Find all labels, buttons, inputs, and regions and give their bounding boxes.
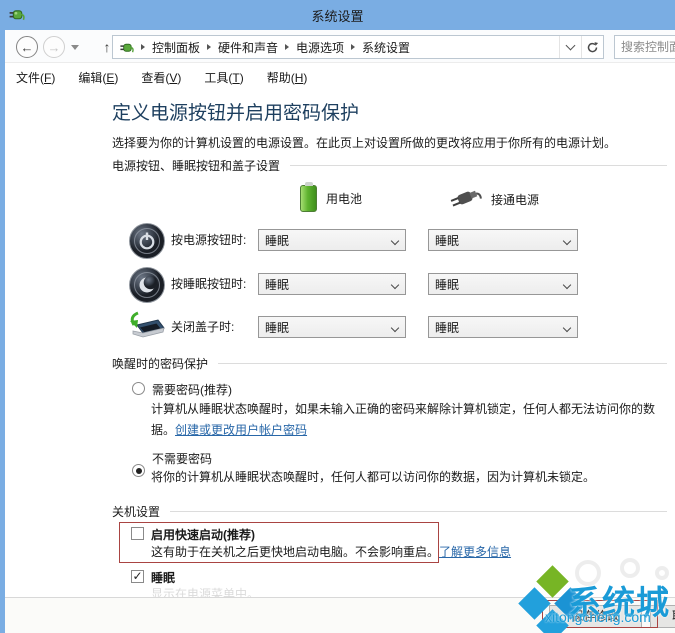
page-content: 定义电源按钮并启用密码保护 选择要为你的计算机设置的电源设置。在此页上对设置所做… [5,90,675,601]
power-plug-icon [119,40,134,55]
breadcrumb-item-hardware-sound[interactable]: 硬件和声音 [213,39,283,56]
menu-bar: 文件(F) 编辑(E) 查看(V) 工具(T) 帮助(H) [5,64,675,90]
title-bar: 系统设置 [0,0,675,30]
menu-tools[interactable]: 工具(T) [204,69,243,86]
section-shutdown: 关机设置 [112,503,667,520]
section-divider [170,511,667,512]
chevron-down-icon [565,40,576,50]
back-arrow-icon: ← [20,39,34,55]
breadcrumb-separator-icon [285,44,290,50]
fast-startup-label: 启用快速启动(推荐) [151,528,255,542]
section-title: 关机设置 [112,505,161,519]
change-password-link[interactable]: 创建或更改用户帐户密码 [175,423,307,437]
fast-startup-checkbox[interactable] [131,527,144,540]
lid-close-battery-select[interactable]: 睡眠 [258,316,406,338]
page-title: 定义电源按钮并启用密码保护 [112,103,360,124]
row-label-sleep-button: 按睡眠按钮时: [171,277,247,291]
cancel-button[interactable]: 取消 [650,605,675,628]
breadcrumb-separator-icon [141,44,145,50]
sleep-button-battery-select[interactable]: 睡眠 [258,273,406,295]
up-arrow-icon: ↑ [103,39,111,55]
refresh-icon [587,41,599,52]
menu-help[interactable]: 帮助(H) [267,69,308,86]
system-settings-window: 系统设置 ← → ↑ 控制面板 硬件和声音 电源选项 系统设置 搜索控制面板 文… [0,0,675,633]
breadcrumb-separator-icon [207,44,212,50]
menu-edit[interactable]: 编辑(E) [78,69,118,86]
chevron-down-icon [562,236,572,246]
search-box[interactable] [614,35,675,59]
breadcrumb-item-power-options[interactable]: 电源选项 [291,39,349,56]
learn-more-link[interactable]: 了解更多信息 [439,545,511,559]
no-password-desc: 将你的计算机从睡眠状态唤醒时，任何人都可以访问你的数据，因为计算机未锁定。 [151,470,596,484]
address-bar[interactable]: 控制面板 硬件和声音 电源选项 系统设置 [112,35,604,59]
sleep-button-ac-select[interactable]: 睡眠 [428,273,578,295]
menu-file[interactable]: 文件(F) [16,69,55,86]
search-input[interactable] [615,36,675,58]
no-password-radio[interactable] [132,464,145,477]
battery-icon [300,181,317,212]
section-divider [218,363,667,364]
chevron-down-icon [390,236,400,246]
row-label-close-lid: 关闭盖子时: [171,320,235,334]
footer-bar: 保存修改 取消 [5,597,675,633]
window-title: 系统设置 [311,8,364,24]
section-title: 唤醒时的密码保护 [112,357,209,371]
address-dropdown-button[interactable] [559,36,581,58]
column-header-battery: 用电池 [300,181,362,213]
no-password-label: 不需要密码 [152,452,213,466]
power-button-ac-select[interactable]: 睡眠 [428,229,578,251]
breadcrumb-separator-icon [351,44,356,50]
back-button[interactable]: ← [16,36,38,58]
sleep-checkbox[interactable]: ✓ [131,570,144,583]
power-plug-app-icon [8,6,25,23]
power-button-battery-select[interactable]: 睡眠 [258,229,406,251]
fast-startup-desc: 这有助于在关机之后更快地启动电脑。不会影响重启。了解更多信息 [151,545,512,559]
chevron-down-icon [562,280,572,290]
column-header-ac: 接通电源 [448,186,539,212]
ac-plug-icon [448,186,482,213]
section-title: 电源按钮、睡眠按钮和盖子设置 [112,159,281,173]
chevron-down-icon [390,323,400,333]
section-power-buttons: 电源按钮、睡眠按钮和盖子设置 [112,157,667,174]
require-password-desc: 计算机从睡眠状态唤醒时，如果未输入正确的密码来解除计算机锁定，任何人都无法访问你… [151,402,656,437]
require-password-radio[interactable] [132,382,145,395]
chevron-down-icon [562,323,572,333]
chevron-down-icon [390,280,400,290]
sleep-button-icon [128,266,166,304]
window-left-border [0,30,5,633]
forward-arrow-icon: → [47,39,61,55]
navigation-toolbar: ← → ↑ 控制面板 硬件和声音 电源选项 系统设置 搜索控制面板 [5,30,675,63]
forward-button[interactable]: → [43,36,65,58]
refresh-button[interactable] [581,36,603,58]
recent-pages-dropdown-icon[interactable] [71,45,79,50]
breadcrumb-item-control-panel[interactable]: 控制面板 [147,39,205,56]
power-button-icon [128,222,166,260]
save-changes-button[interactable]: 保存修改 [549,605,642,628]
section-wake-password: 唤醒时的密码保护 [112,355,667,372]
row-label-power-button: 按电源按钮时: [171,233,247,247]
lid-close-ac-select[interactable]: 睡眠 [428,316,578,338]
breadcrumb-item-system-settings[interactable]: 系统设置 [357,39,415,56]
close-lid-icon [126,311,166,343]
page-subtitle: 选择要为你的计算机设置的电源设置。在此页上对设置所做的更改将应用于你所有的电源计… [112,136,617,150]
menu-view[interactable]: 查看(V) [141,69,181,86]
require-password-label: 需要密码(推荐) [152,383,232,397]
check-icon: ✓ [132,569,143,583]
section-divider [290,165,667,166]
